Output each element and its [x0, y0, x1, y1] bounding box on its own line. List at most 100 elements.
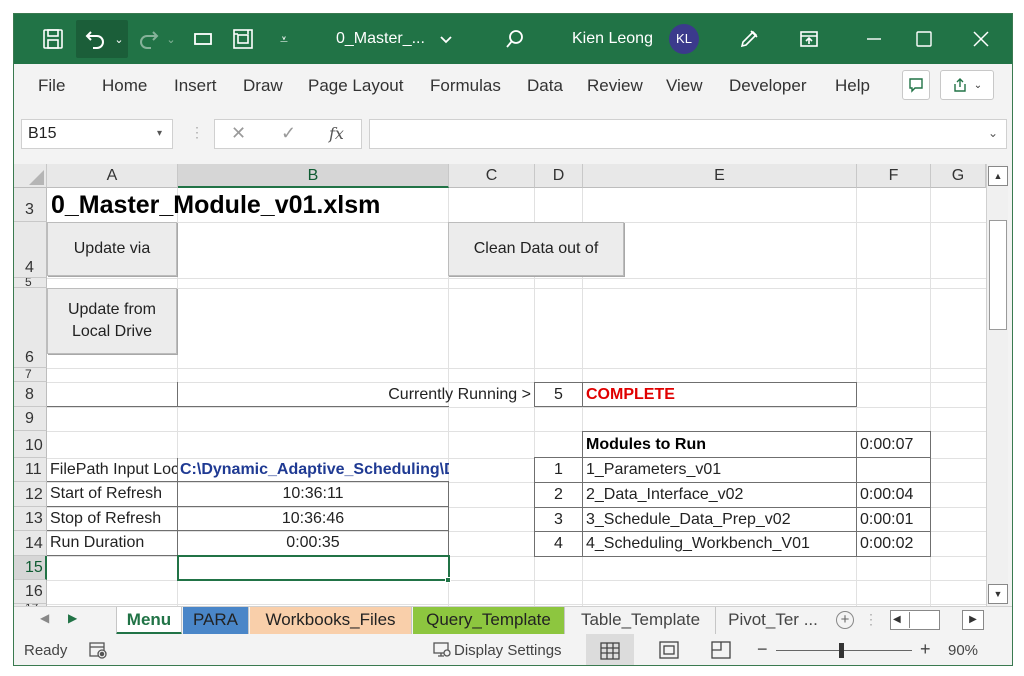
- tab-data[interactable]: Data: [527, 76, 563, 96]
- row-header[interactable]: 14: [14, 531, 47, 556]
- module-number[interactable]: 3: [534, 507, 583, 532]
- column-header[interactable]: G: [931, 164, 986, 188]
- module-time[interactable]: 0:00:02: [856, 531, 931, 557]
- sheet-tab-pivot-template[interactable]: Pivot_Ter ...: [717, 607, 829, 635]
- scroll-up-icon[interactable]: ▲: [988, 166, 1008, 186]
- page-break-preview-icon[interactable]: [711, 641, 731, 663]
- fill-handle[interactable]: [445, 577, 451, 583]
- module-number[interactable]: 2: [534, 482, 583, 508]
- undo-dropdown-icon[interactable]: ⌄: [112, 14, 126, 64]
- start-refresh-value[interactable]: 10:36:11: [178, 482, 449, 507]
- tab-insert[interactable]: Insert: [174, 76, 217, 96]
- column-header[interactable]: C: [449, 164, 535, 188]
- share-button[interactable]: ⌄: [940, 70, 994, 100]
- page-layout-view-icon[interactable]: [659, 641, 679, 663]
- row-header[interactable]: 12: [14, 482, 47, 507]
- column-header[interactable]: F: [857, 164, 931, 188]
- horizontal-scrollbar[interactable]: ◀: [890, 610, 940, 630]
- column-header[interactable]: D: [535, 164, 583, 188]
- cancel-icon[interactable]: ✕: [231, 123, 246, 144]
- filepath-label[interactable]: FilePath Input Loc: [47, 458, 178, 482]
- column-header[interactable]: E: [583, 164, 857, 188]
- module-name[interactable]: 3_Schedule_Data_Prep_v02: [582, 507, 857, 532]
- module-time[interactable]: 0:00:01: [856, 507, 931, 532]
- pen-icon[interactable]: [734, 14, 764, 64]
- status-complete[interactable]: COMPLETE: [582, 382, 857, 407]
- clean-data-button[interactable]: Clean Data out of: [448, 222, 624, 276]
- hscroll-left-icon[interactable]: ◀: [893, 611, 901, 629]
- window-icon[interactable]: [188, 14, 218, 64]
- user-name[interactable]: Kien Leong: [572, 14, 653, 64]
- zoom-in-button[interactable]: +: [920, 639, 931, 660]
- sheet-tab-table-template[interactable]: Table_Template: [566, 607, 716, 635]
- comments-button[interactable]: [902, 70, 930, 100]
- tab-split-grip-icon[interactable]: ⋮: [864, 611, 878, 628]
- hscroll-right-icon[interactable]: ▶: [962, 610, 984, 630]
- vertical-scrollbar[interactable]: ▲ ▼: [986, 164, 1008, 606]
- update-via-button[interactable]: Update via: [47, 222, 177, 276]
- module-time[interactable]: [856, 457, 931, 483]
- close-icon[interactable]: [966, 14, 996, 64]
- display-settings-label[interactable]: Display Settings: [454, 642, 562, 659]
- add-sheet-icon[interactable]: +: [836, 611, 854, 629]
- maximize-icon[interactable]: [909, 14, 939, 64]
- name-box[interactable]: B15 ▾: [21, 119, 173, 149]
- sheet-tab-menu[interactable]: Menu: [116, 607, 182, 635]
- module-name[interactable]: 1_Parameters_v01: [582, 457, 857, 483]
- zoom-level[interactable]: 90%: [948, 642, 978, 659]
- module-time[interactable]: 0:00:04: [856, 482, 931, 508]
- modules-total-time[interactable]: 0:00:07: [856, 431, 931, 458]
- row-header[interactable]: 9: [14, 407, 47, 431]
- formula-input[interactable]: ⌄: [369, 119, 1007, 149]
- insert-function-icon[interactable]: fx: [329, 124, 344, 143]
- undo-icon[interactable]: [80, 14, 110, 64]
- row-header[interactable]: 15: [14, 556, 47, 580]
- row-header[interactable]: 7: [14, 368, 47, 382]
- tab-page-layout[interactable]: Page Layout: [308, 76, 403, 96]
- normal-view-button[interactable]: [586, 634, 634, 665]
- minimize-icon[interactable]: [859, 14, 889, 64]
- zoom-out-button[interactable]: −: [757, 639, 768, 660]
- currently-running-value[interactable]: 5: [534, 382, 583, 407]
- name-box-dropdown-icon[interactable]: ▾: [157, 120, 162, 148]
- column-header[interactable]: A: [47, 164, 178, 188]
- scroll-thumb[interactable]: [989, 220, 1007, 330]
- ribbon-display-icon[interactable]: [794, 14, 824, 64]
- tab-help[interactable]: Help: [835, 76, 870, 96]
- screenshot-icon[interactable]: [228, 14, 258, 64]
- customize-qat-icon[interactable]: ⩡: [272, 14, 296, 64]
- row-header[interactable]: 16: [14, 580, 47, 604]
- window-title[interactable]: 0_Master_...: [336, 14, 425, 64]
- tab-formulas[interactable]: Formulas: [430, 76, 501, 96]
- run-duration-value[interactable]: 0:00:35: [178, 531, 449, 556]
- save-icon[interactable]: [38, 14, 68, 64]
- row-header[interactable]: 10: [14, 431, 47, 458]
- scroll-down-icon[interactable]: ▼: [988, 584, 1008, 604]
- sheet-tab-workbooks-files[interactable]: Workbooks_Files: [250, 607, 412, 635]
- stop-refresh-value[interactable]: 10:36:46: [178, 507, 449, 531]
- title-dropdown-icon[interactable]: [434, 14, 458, 64]
- workbook-title[interactable]: 0_Master_Module_v01.xlsm: [51, 190, 551, 220]
- row-header[interactable]: 5: [14, 278, 47, 288]
- zoom-slider-thumb[interactable]: [839, 643, 844, 658]
- tab-file[interactable]: File: [38, 76, 65, 96]
- row-header[interactable]: 8: [14, 382, 47, 407]
- module-name[interactable]: 4_Scheduling_Workbench_V01: [582, 531, 857, 557]
- enter-icon[interactable]: ✓: [281, 123, 296, 144]
- formula-bar-grip-icon[interactable]: ⋮: [190, 124, 204, 141]
- tab-developer[interactable]: Developer: [729, 76, 807, 96]
- search-icon[interactable]: [502, 14, 528, 64]
- column-header[interactable]: B: [178, 164, 449, 188]
- tab-review[interactable]: Review: [587, 76, 643, 96]
- row-header[interactable]: 13: [14, 507, 47, 531]
- zoom-slider-track[interactable]: [776, 650, 912, 651]
- avatar[interactable]: KL: [669, 24, 699, 54]
- tab-scroll-right-icon[interactable]: ▶: [68, 611, 77, 625]
- tab-draw[interactable]: Draw: [243, 76, 283, 96]
- tab-home[interactable]: Home: [102, 76, 147, 96]
- active-cell-b15[interactable]: [177, 555, 450, 581]
- select-all-corner[interactable]: [14, 164, 47, 188]
- row-header[interactable]: 4: [14, 222, 47, 278]
- display-settings-icon[interactable]: [432, 641, 452, 663]
- row-header[interactable]: 3: [14, 188, 47, 222]
